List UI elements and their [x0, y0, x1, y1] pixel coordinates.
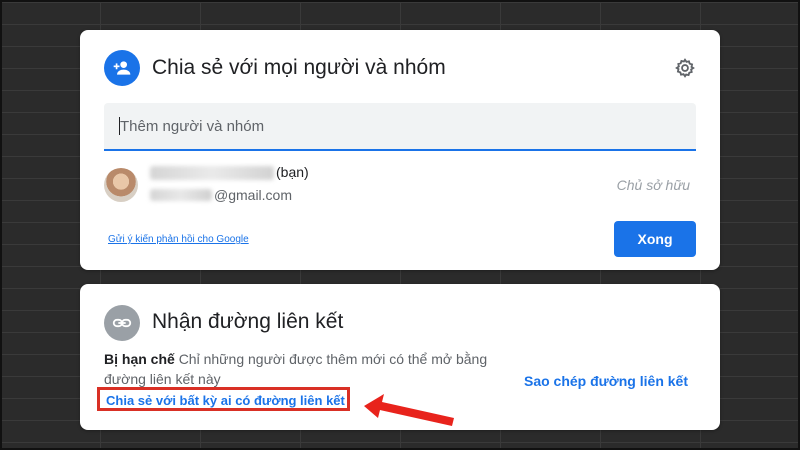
- redacted-email-local-part: [150, 189, 212, 201]
- text-caret: [119, 117, 120, 135]
- link-icon: [104, 305, 140, 341]
- done-button[interactable]: Xong: [614, 221, 696, 257]
- avatar: [104, 168, 138, 202]
- user-email: @gmail.com: [214, 187, 293, 203]
- owner-role-label: Chủ sở hữu: [616, 177, 690, 193]
- share-dialog: Chia sẻ với mọi người và nhóm (bạn) @gma…: [80, 30, 720, 270]
- share-dialog-title: Chia sẻ với mọi người và nhóm: [152, 56, 446, 79]
- feedback-link[interactable]: Gửi ý kiến phản hồi cho Google: [108, 234, 249, 245]
- share-with-anyone-link[interactable]: Chia sẻ với bất kỳ ai có đường liên kết: [97, 387, 350, 411]
- redacted-user-name: [150, 166, 274, 180]
- person-add-icon: [104, 50, 140, 86]
- get-link-title: Nhận đường liên kết: [152, 310, 344, 333]
- red-arrow-icon: [364, 394, 454, 426]
- add-people-input[interactable]: [120, 103, 680, 149]
- gear-icon[interactable]: [674, 57, 696, 79]
- user-name-suffix: (bạn): [276, 164, 309, 180]
- add-people-field[interactable]: [104, 103, 696, 151]
- access-description: Bị hạn chế Chỉ những người được thêm mới…: [104, 349, 504, 389]
- copy-link-button[interactable]: Sao chép đường liên kết: [524, 373, 688, 389]
- access-level-label[interactable]: Bị hạn chế: [104, 351, 175, 367]
